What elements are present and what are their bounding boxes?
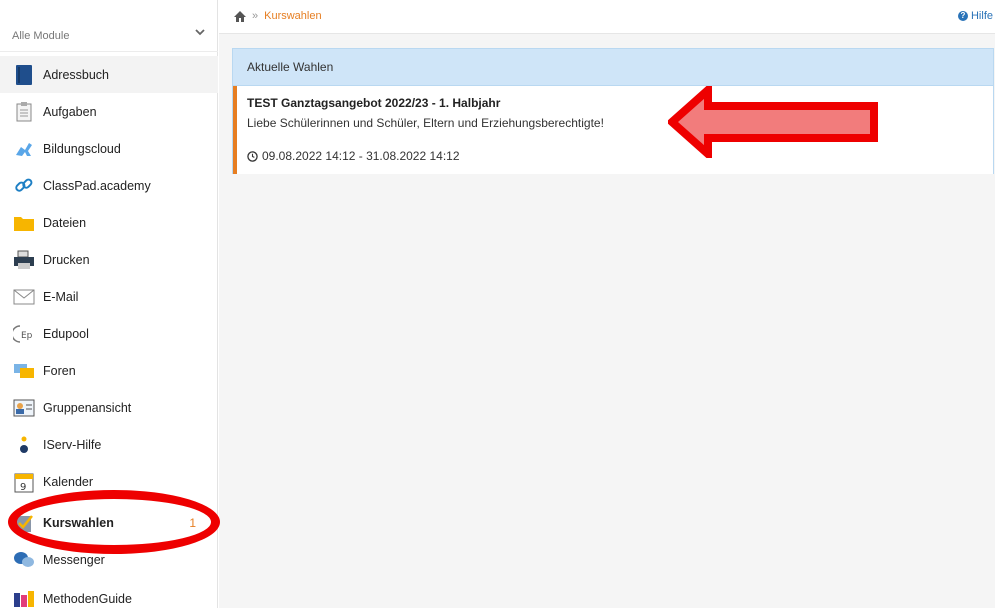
sidebar-item-label: Gruppenansicht bbox=[43, 400, 132, 415]
sidebar-item-gruppenansicht[interactable]: Gruppenansicht bbox=[0, 389, 218, 426]
help-link[interactable]: ? Hilfe bbox=[957, 10, 993, 22]
sidebar-item-label: Edupool bbox=[43, 326, 89, 341]
sidebar-item-label: Adressbuch bbox=[43, 67, 110, 82]
group-icon bbox=[13, 397, 35, 419]
question-icon: ? bbox=[957, 11, 968, 21]
sidebar-item-bildungscloud[interactable]: Bildungscloud bbox=[0, 130, 218, 167]
printer-icon bbox=[13, 249, 35, 271]
annotation-ellipse bbox=[8, 490, 220, 554]
clipboard-icon bbox=[13, 101, 35, 123]
sidebar-item-label: Foren bbox=[43, 363, 76, 378]
sidebar-item-label: Drucken bbox=[43, 252, 90, 267]
sidebar-item-dateien[interactable]: Dateien bbox=[0, 204, 218, 241]
main-content: » Kurswahlen ? Hilfe Aktuelle Wahlen TES… bbox=[219, 0, 995, 608]
election-date-range: 09.08.2022 14:12 - 31.08.2022 14:12 bbox=[262, 149, 460, 163]
svg-text:Ep: Ep bbox=[21, 331, 33, 341]
sidebar-item-edupool[interactable]: Ep Edupool bbox=[0, 315, 218, 352]
election-description: Liebe Schülerinnen und Schüler, Eltern u… bbox=[247, 116, 604, 130]
module-select[interactable]: Alle Module bbox=[0, 0, 218, 52]
election-title[interactable]: TEST Ganztagsangebot 2022/23 - 1. Halbja… bbox=[247, 96, 500, 110]
sidebar-item-classpad[interactable]: ClassPad.academy bbox=[0, 167, 218, 204]
sidebar-item-label: Bildungscloud bbox=[43, 141, 121, 156]
sidebar-item-label: Aufgaben bbox=[43, 104, 97, 119]
sidebar-item-label: Dateien bbox=[43, 215, 87, 230]
module-select-label: Alle Module bbox=[12, 30, 70, 42]
sidebar-item-iserv-hilfe[interactable]: IServ-Hilfe bbox=[0, 426, 218, 463]
sidebar-item-label: Kalender bbox=[43, 474, 94, 489]
chat-bubbles-icon bbox=[13, 549, 35, 571]
sidebar-item-label: ClassPad.academy bbox=[43, 178, 151, 193]
annotation-arrow bbox=[668, 86, 878, 158]
link-icon bbox=[13, 175, 35, 197]
sidebar-item-label: E-Mail bbox=[43, 289, 79, 304]
calendar-icon: 9 bbox=[13, 471, 35, 493]
help-label: Hilfe bbox=[970, 10, 993, 22]
sidebar-item-adressbuch[interactable]: Adressbuch bbox=[0, 56, 218, 93]
breadcrumb-separator: » bbox=[252, 10, 259, 22]
edupool-icon: Ep bbox=[13, 323, 35, 345]
forum-icon bbox=[13, 360, 35, 382]
sidebar-item-aufgaben[interactable]: Aufgaben bbox=[0, 93, 218, 130]
methodenguide-icon bbox=[13, 588, 35, 608]
svg-text:9: 9 bbox=[20, 482, 26, 493]
cloud-unicorn-icon bbox=[13, 138, 35, 160]
breadcrumb-current[interactable]: Kurswahlen bbox=[264, 10, 321, 22]
address-book-icon bbox=[13, 64, 35, 86]
sidebar-item-methodenguide[interactable]: MethodenGuide bbox=[0, 580, 218, 608]
breadcrumb: » Kurswahlen bbox=[234, 10, 322, 22]
clock-icon bbox=[247, 150, 258, 162]
election-entry[interactable]: TEST Ganztagsangebot 2022/23 - 1. Halbja… bbox=[233, 86, 993, 174]
sidebar-item-label: IServ-Hilfe bbox=[43, 437, 102, 452]
sidebar-item-email[interactable]: E-Mail bbox=[0, 278, 218, 315]
chevron-down-icon bbox=[195, 29, 205, 36]
top-bar: » Kurswahlen ? Hilfe bbox=[219, 0, 995, 34]
election-date: 09.08.2022 14:12 - 31.08.2022 14:12 bbox=[247, 149, 460, 163]
info-icon bbox=[13, 434, 35, 456]
current-elections-panel: Aktuelle Wahlen TEST Ganztagsangebot 202… bbox=[232, 48, 994, 174]
envelope-icon bbox=[13, 286, 35, 308]
sidebar-item-foren[interactable]: Foren bbox=[0, 352, 218, 389]
sidebar-item-label: Messenger bbox=[43, 552, 105, 567]
panel-title: Aktuelle Wahlen bbox=[233, 49, 993, 86]
home-icon[interactable] bbox=[234, 10, 246, 22]
sidebar-item-drucken[interactable]: Drucken bbox=[0, 241, 218, 278]
folder-icon bbox=[13, 212, 35, 234]
sidebar-item-label: MethodenGuide bbox=[43, 591, 132, 606]
